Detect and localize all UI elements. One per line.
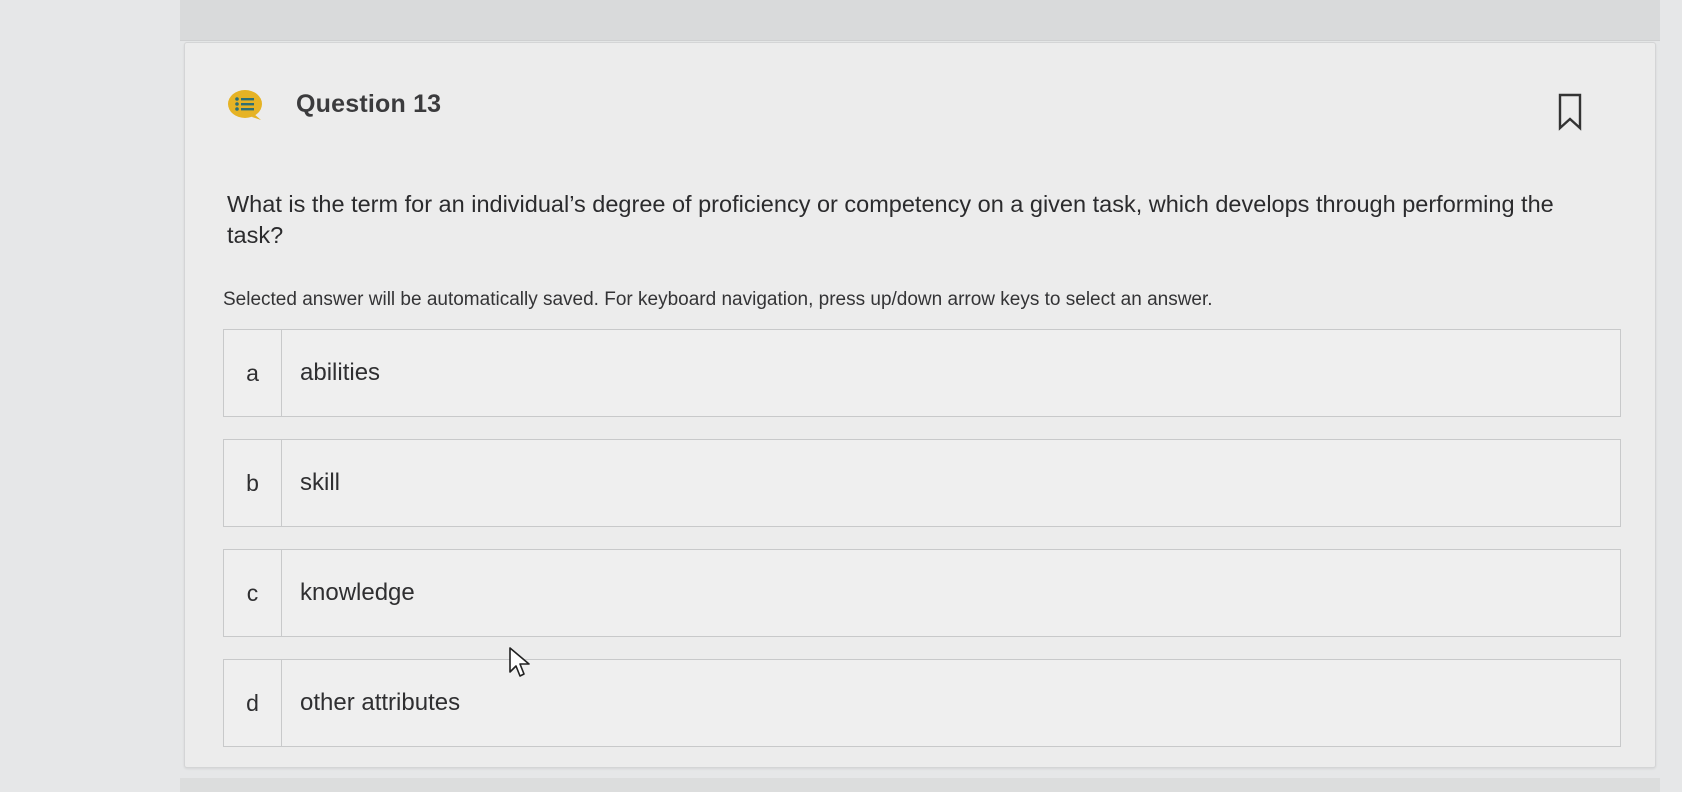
option-text: skill [300,469,340,496]
answer-options: a abilities b skill c knowledge d other … [223,329,1621,769]
question-card: Question 13 What is the term for an indi… [184,42,1656,768]
option-letter: d [224,660,282,746]
answer-instructions: Selected answer will be automatically sa… [223,289,1213,310]
answer-option-a[interactable]: a abilities [223,329,1621,417]
option-text: knowledge [300,579,415,606]
option-letter: a [224,330,282,416]
bottom-strip [180,778,1660,792]
option-text: other attributes [300,689,461,716]
question-list-icon [228,90,262,120]
option-letter: b [224,440,282,526]
mouse-pointer-icon [509,647,530,677]
question-title: Question 13 [296,90,442,118]
answer-option-c[interactable]: c knowledge [223,549,1621,637]
answer-option-d[interactable]: d other attributes [223,659,1621,747]
option-letter: c [224,550,282,636]
bookmark-icon[interactable] [1557,93,1583,131]
question-text: What is the term for an individual’s deg… [227,191,1554,248]
answer-option-b[interactable]: b skill [223,439,1621,527]
top-bar [180,0,1660,41]
option-text: abilities [300,359,381,386]
